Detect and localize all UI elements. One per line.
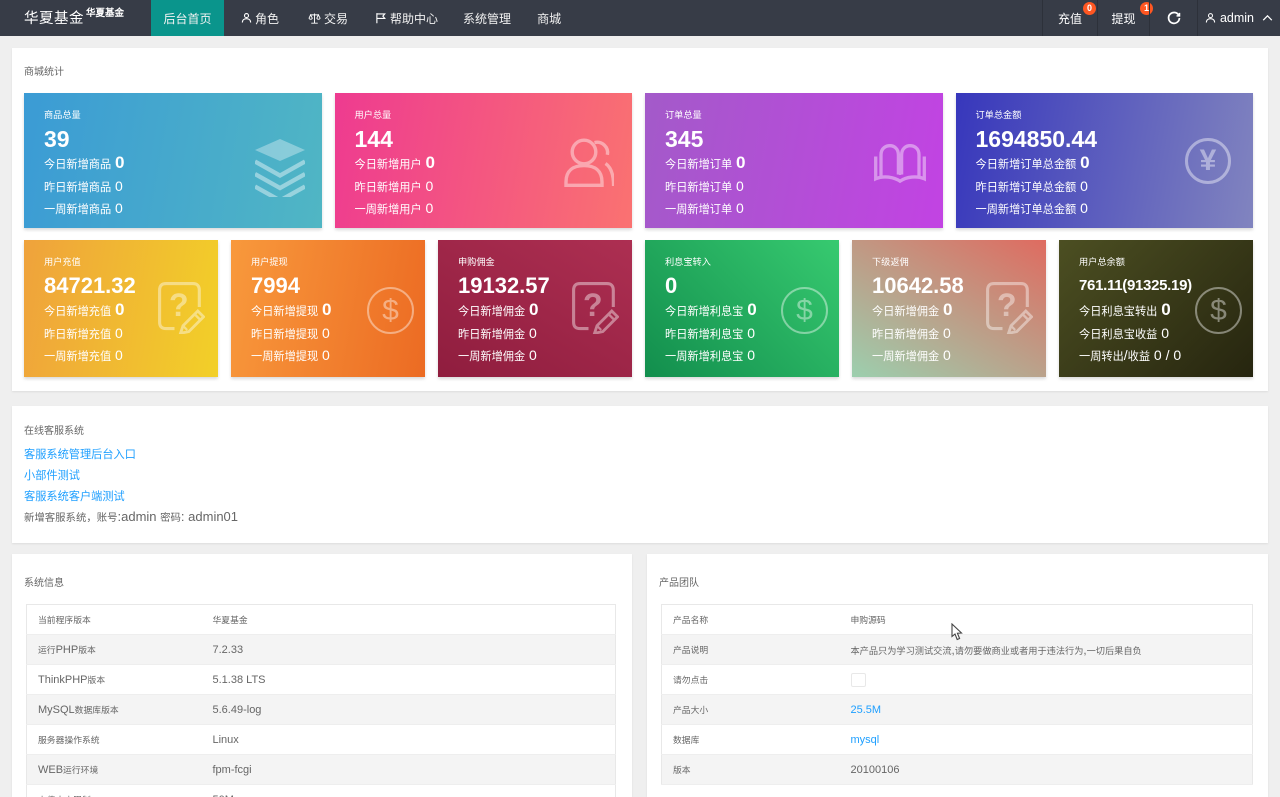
svg-text:?: ? bbox=[997, 287, 1017, 323]
svg-text:?: ? bbox=[169, 287, 189, 323]
svg-text:?: ? bbox=[583, 287, 603, 323]
